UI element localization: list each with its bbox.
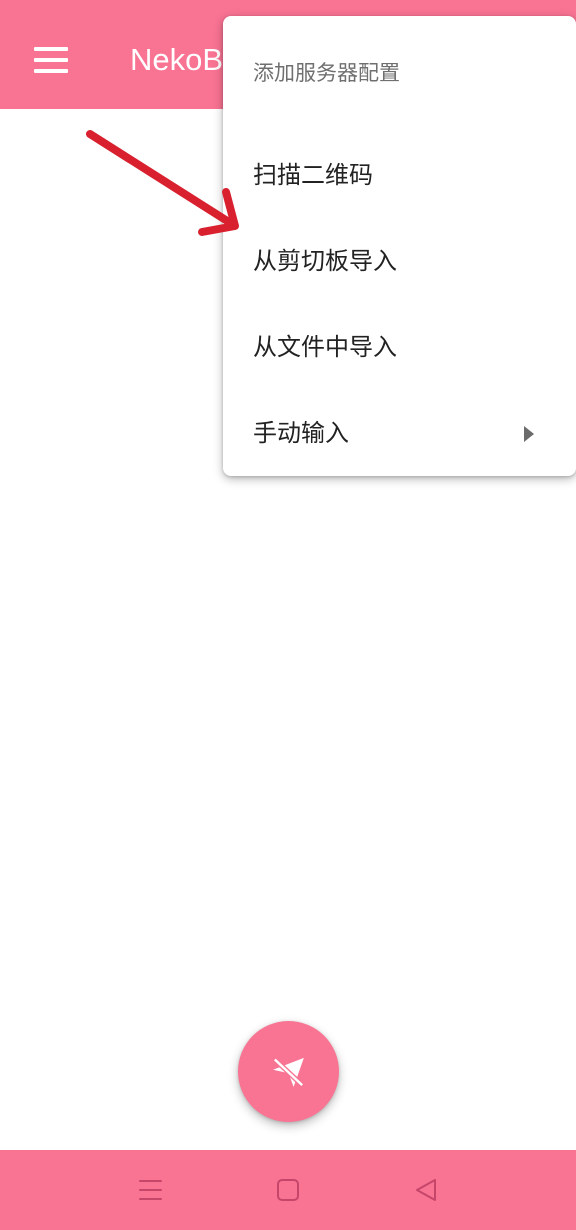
menu-item-label: 从剪切板导入: [253, 247, 397, 275]
system-nav-bar: [0, 1150, 576, 1230]
menu-item-label: 从文件中导入: [253, 333, 397, 361]
menu-item-label: 手动输入: [253, 419, 349, 447]
recents-icon[interactable]: [134, 1174, 166, 1206]
submenu-arrow-icon: [524, 426, 534, 442]
home-icon[interactable]: [272, 1174, 304, 1206]
menu-item-scan-qr-code[interactable]: 扫描二维码: [223, 131, 576, 217]
connect-fab-button[interactable]: [238, 1021, 339, 1122]
menu-item-import-from-clipboard[interactable]: 从剪切板导入: [223, 217, 576, 303]
menu-item-import-from-file[interactable]: 从文件中导入: [223, 303, 576, 389]
paper-plane-off-icon: [273, 1057, 304, 1088]
menu-header: 添加服务器配置: [253, 61, 400, 85]
hamburger-menu-icon[interactable]: [34, 47, 68, 73]
app-title: NekoB: [130, 42, 224, 77]
add-server-config-menu: 添加服务器配置 扫描二维码 从剪切板导入 从文件中导入 手动输入: [223, 16, 576, 476]
back-icon[interactable]: [410, 1174, 442, 1206]
menu-item-label: 扫描二维码: [253, 161, 373, 189]
menu-item-manual-input[interactable]: 手动输入: [223, 389, 576, 475]
annotation-arrow-icon: [86, 130, 239, 236]
